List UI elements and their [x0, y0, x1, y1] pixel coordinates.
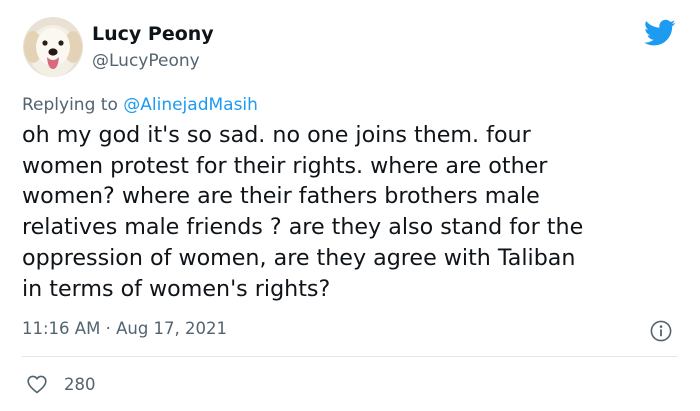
avatar[interactable] — [23, 17, 83, 77]
reply-context: Replying to @AlinejadMasih — [22, 95, 258, 115]
tweet-date: Aug 17, 2021 — [116, 319, 228, 338]
author-handle[interactable]: @LucyPeony — [92, 51, 200, 71]
twitter-bird-icon[interactable] — [644, 19, 676, 47]
tweet-text-line: women? where are their fathers brothers … — [22, 183, 540, 210]
dog-avatar-icon — [23, 17, 83, 77]
tweet-card: Lucy Peony @LucyPeony Replying to @Aline… — [0, 0, 700, 411]
tweet-text: oh my god it's so sad. no one joins them… — [22, 120, 682, 304]
author-display-name[interactable]: Lucy Peony — [92, 23, 214, 45]
reply-prefix: Replying to — [22, 95, 118, 115]
tweet-text-line: relatives male friends ? are they also s… — [22, 214, 584, 241]
tweet-text-line: oppression of women, are they agree with… — [22, 244, 576, 271]
like-button[interactable]: 280 — [26, 372, 96, 396]
tweet-timestamp[interactable]: 11:16 AM · Aug 17, 2021 — [22, 319, 227, 338]
timestamp-separator: · — [105, 319, 111, 338]
tweet-time: 11:16 AM — [22, 319, 101, 338]
tweet-text-line: oh my god it's so sad. no one joins them… — [22, 122, 531, 148]
tweet-text-line: women protest for their rights. where ar… — [22, 152, 548, 179]
divider — [22, 356, 678, 357]
tweet-text-line: in terms of women's rights? — [22, 275, 331, 302]
info-icon[interactable] — [650, 320, 672, 342]
heart-icon — [27, 375, 47, 394]
reply-mention-link[interactable]: @AlinejadMasih — [123, 95, 258, 115]
like-count: 280 — [64, 374, 96, 394]
